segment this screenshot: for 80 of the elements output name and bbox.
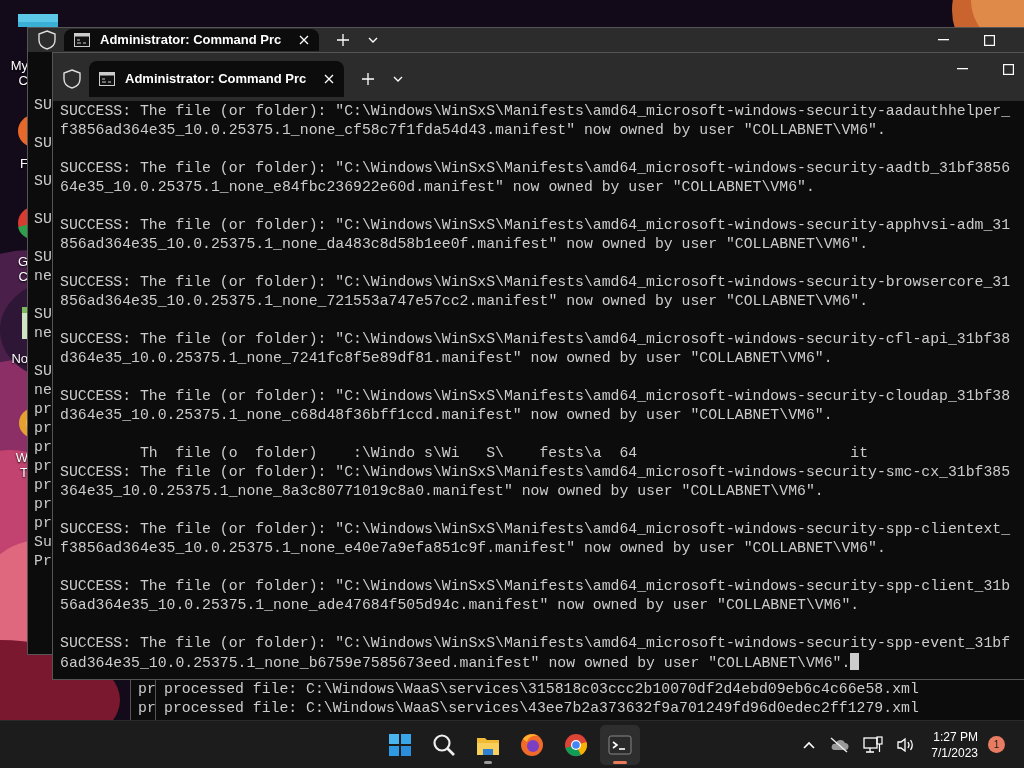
console-text: d364e35_10.0.25375.1_none_c68d48f36bff1ccd.manifest" now owned by user "COLLABNET\VM6". — [60, 407, 833, 423]
console-text: SUCCESS: The file (or folder): "C:\Windows\WinSxS\Manifests\amd64_microsoft-windows-security-cloudap_31bf38 — [60, 388, 1011, 404]
icon-label: My C — [9, 58, 28, 88]
console-text: SUCCESS: The file (or folder): "C:\Windows\WinSxS\Manifests\amd64_microsoft-windows-security-spp-event_31bf — [60, 635, 1011, 651]
console-text: processed file: C:\Windows\WaaS\services\43ee7b2a373632f9a701249fd96d0edec2ff1279.xml — [164, 699, 919, 718]
minimize-icon — [937, 39, 949, 41]
console-text: Su — [34, 533, 52, 552]
console-text: SUCCESS: The file (or folder): "C:\Windows\WinSxS\Manifests\amd64_microsoft-windows-security-apphvsi-adm_31 — [60, 217, 1011, 233]
network-icon[interactable] — [863, 735, 884, 754]
console-icon — [99, 72, 115, 86]
computer-icon[interactable] — [16, 12, 60, 27]
console-text: processed file: C:\Windows\WaaS\services\315818c03ccc2b10070df2d4ebd09eb6c4c66e58.xml — [164, 680, 919, 699]
volume-icon[interactable] — [897, 736, 916, 753]
icon-label: T — [19, 465, 28, 480]
maximize-icon — [983, 34, 995, 46]
console-text: pr — [138, 680, 156, 699]
console-text: 6ad364e35_10.0.25375.1_none_b6759e7585673eed.manifest" now owned by user "COLLABNET\VM6". — [60, 655, 851, 671]
window-tab[interactable]: Administrator: Command Prc — [64, 29, 320, 51]
terminal-icon — [608, 732, 632, 757]
console-text: 64e35_10.0.25375.1_none_e84fbc236922e60d.manifest" now owned by user "COLLABNET\VM6". — [60, 179, 815, 195]
shield-icon — [63, 69, 81, 89]
chevron-icon[interactable] — [803, 740, 816, 749]
console-text: d364e35_10.0.25375.1_none_7241fc8f5e89df81.manifest" now owned by user "COLLABNET\VM6". — [60, 350, 833, 366]
icon-label: F — [19, 156, 28, 171]
console-text: 364e35_10.0.25375.1_none_8a3c80771019c8a0.manifest" now owned by user "COLLABNET\VM6". — [60, 483, 824, 499]
terminal-button[interactable] — [600, 724, 640, 765]
console-text: SUCCESS: The file (or folder): "C:\Windows\WinSxS\Manifests\amd64_microsoft-windows-security-aadtb_31bf3856 — [60, 160, 1011, 176]
start-icon — [388, 732, 412, 757]
console-text: 856ad364e35_10.0.25375.1_none_721553a747e57cc2.manifest" now owned by user "COLLABNET\VM6". — [60, 293, 869, 309]
cloud-icon[interactable] — [829, 736, 850, 753]
console-text: SU — [34, 248, 52, 267]
console-text: SU — [34, 362, 52, 381]
console-text: SU — [34, 96, 52, 115]
console-text: f3856ad364e35_10.0.25375.1_none_cf58c7f1fda54d43.manifest" now owned by user "COLLABNET\VM6". — [60, 122, 886, 138]
console-text: pr — [138, 699, 156, 718]
console-text: Pr — [34, 552, 52, 571]
notification-badge[interactable]: 1 — [988, 736, 1005, 753]
clock-date[interactable]: 7/1/2023 — [931, 744, 978, 761]
console-text: ne — [34, 324, 52, 343]
icon-label: G — [16, 254, 28, 269]
console-text: SUCCESS: The file (or folder): "C:\Windows\WinSxS\Manifests\amd64_microsoft-windows-security-cfl-api_31bf38 — [60, 331, 1011, 347]
close-icon[interactable] — [299, 35, 310, 45]
console-text: pr — [34, 419, 52, 438]
console-text: SU — [34, 210, 52, 229]
console-text: ne — [34, 381, 52, 400]
console-text: pr — [34, 476, 52, 495]
shield-icon — [38, 30, 56, 50]
console-icon — [74, 33, 90, 47]
clock-time[interactable]: 1:27 PM — [931, 728, 978, 745]
console-text: SUCCESS: The file (or folder): "C:\Windows\WinSxS\Manifests\amd64_microsoft-windows-security-spp-client_31b — [60, 578, 1011, 594]
console-text: SUCCESS: The file (or folder): "C:\Windows\WinSxS\Manifests\amd64_microsoft-windows-security-browsercore_31 — [60, 274, 1011, 290]
console-text: 56ad364e35_10.0.25375.1_none_ade47684f505d94c.manifest" now owned by user "COLLABNET\VM6". — [60, 597, 860, 613]
console-text: pr — [34, 438, 52, 457]
console-text: SUCCESS: The file (or folder): "C:\Windows\WinSxS\Manifests\amd64_microsoft-windows-security-spp-clientext_ — [60, 521, 1011, 537]
console-text: pr — [34, 457, 52, 476]
console-text: Th file (o folder) :\Windo s\Wi S\ fests\a 64 it — [139, 444, 869, 463]
console-text: SU — [34, 134, 52, 153]
console-text: SUCCESS: The file (or folder): "C:\Windows\WinSxS\Manifests\amd64_microsoft-windows-security-aadauthhelper_ — [60, 103, 1011, 119]
console-text: pr — [34, 514, 52, 533]
console-text: f3856ad364e35_10.0.25375.1_none_e40e7a9efa851c9f.manifest" now owned by user "COLLABNET\VM6". — [60, 540, 886, 556]
close-icon[interactable] — [324, 74, 335, 84]
console-text: SUCCESS: The file (or folder): "C:\Windows\WinSxS\Manifests\amd64_microsoft-windows-security-smc-cx_31bf385 — [60, 464, 1011, 480]
plus-icon — [362, 73, 375, 85]
window-tab[interactable]: Administrator: Command Prc — [89, 61, 345, 97]
plus-icon — [337, 34, 350, 46]
search-icon — [432, 732, 456, 757]
caret-icon — [368, 37, 379, 43]
icon-label: No — [10, 351, 28, 366]
console-text: pr — [34, 400, 52, 419]
console-text: pr — [34, 495, 52, 514]
maximize-icon — [1002, 63, 1014, 75]
icon-label: C — [17, 269, 28, 284]
caret-icon — [393, 76, 404, 82]
browser-icon — [564, 732, 588, 757]
minimize-icon — [956, 68, 968, 70]
console-text: ne — [34, 267, 52, 286]
console-text: SU — [34, 172, 52, 191]
console-text: 856ad364e35_10.0.25375.1_none_da483c8d58b1ee0f.manifest" now owned by user "COLLABNET\VM6". — [60, 236, 869, 252]
browser-icon — [520, 732, 544, 757]
console-text: SU — [34, 305, 52, 324]
